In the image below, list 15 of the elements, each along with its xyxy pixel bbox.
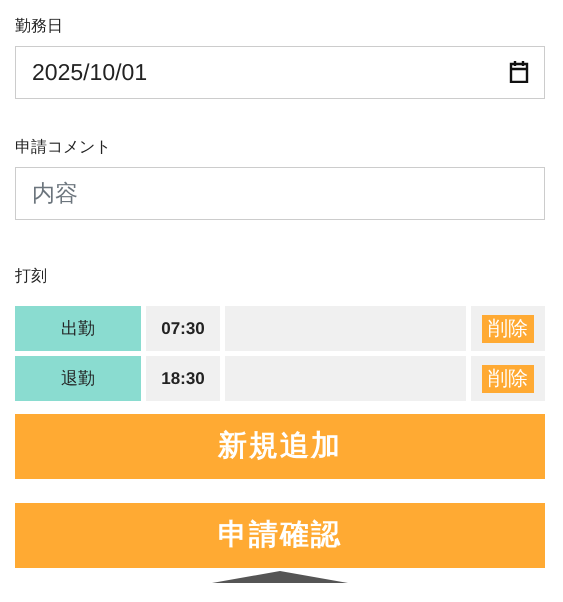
field-label: 勤務日 [15, 16, 64, 37]
punch-type-cell: 退勤 [15, 356, 141, 401]
delete-button[interactable]: 削除 [482, 314, 534, 342]
punch-type-cell: 出勤 [15, 306, 141, 351]
action-button[interactable]: 申請確認 [15, 503, 545, 568]
field-label: 申請コメント [15, 138, 112, 158]
action-button[interactable]: 新規追加 [15, 414, 545, 479]
section-label: 打刻 [15, 266, 48, 287]
page-top-tab[interactable] [212, 571, 348, 583]
date-field[interactable]: 2025/10/01 [15, 46, 545, 99]
comment-field[interactable]: 内容 [15, 167, 545, 220]
punch-time-cell: 18:30 [146, 356, 220, 401]
punch-time-cell: 07:30 [146, 306, 220, 351]
delete-button[interactable]: 削除 [482, 364, 534, 392]
calendar-icon[interactable] [509, 61, 529, 83]
